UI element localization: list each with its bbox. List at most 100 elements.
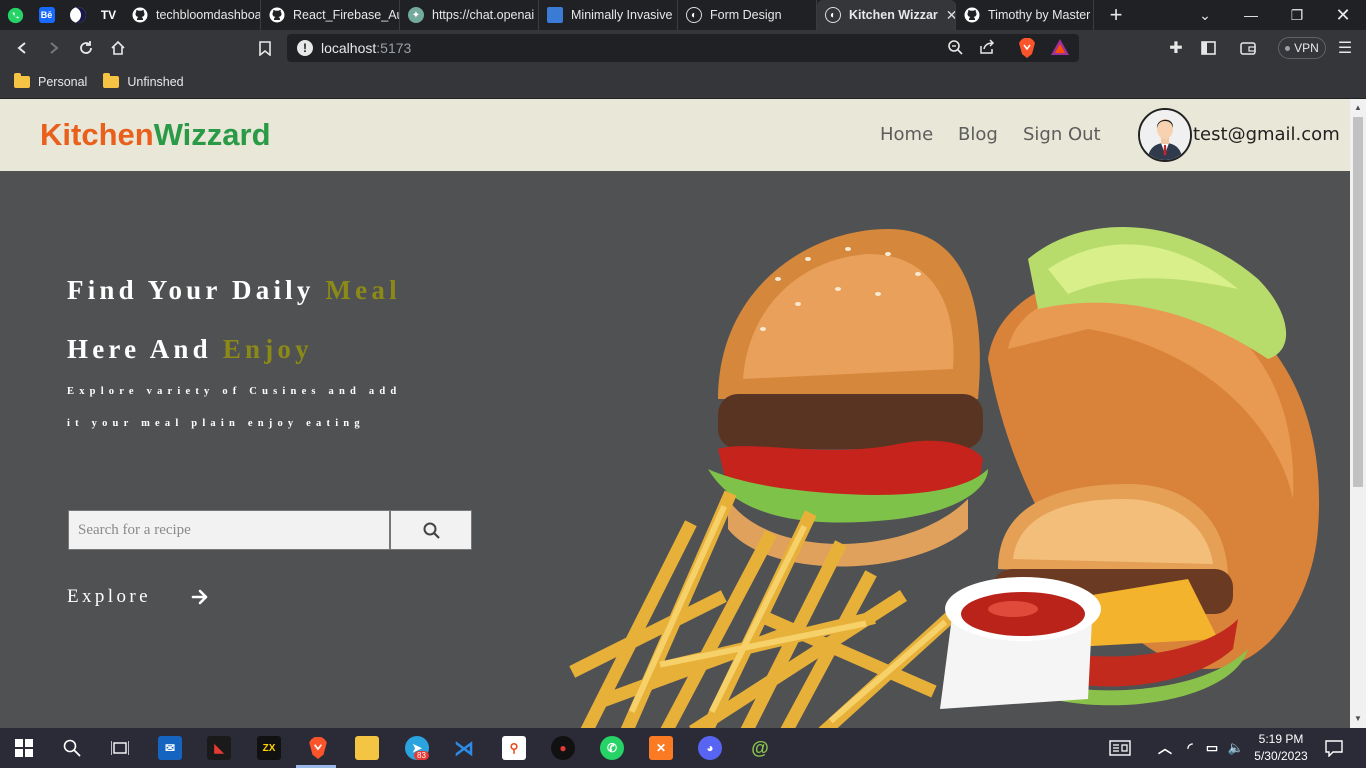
hero-description-line-1: Explore variety of Cusines and add — [67, 386, 402, 397]
tab-search-chevron-icon[interactable]: ⌄ — [1182, 0, 1228, 30]
sidebar-icon — [1200, 41, 1216, 55]
battery-icon[interactable]: ▭ — [1200, 736, 1224, 760]
bookmark-folder-personal[interactable]: Personal — [14, 73, 88, 89]
browser-tab[interactable]: ◐ Form Design — [678, 0, 817, 30]
close-window-button[interactable]: ✕ — [1320, 0, 1366, 30]
zoom-icon[interactable] — [947, 39, 963, 58]
reload-button[interactable] — [74, 36, 98, 60]
share-icon[interactable] — [979, 39, 996, 58]
task-view-icon[interactable] — [108, 736, 132, 760]
address-bar[interactable]: ! localhost:5173 — [287, 34, 1079, 62]
minimize-button[interactable]: — — [1228, 0, 1274, 30]
pinned-tab-moon[interactable] — [62, 0, 93, 30]
pinned-tab-behance[interactable]: Bē — [31, 0, 62, 30]
user-avatar[interactable] — [1138, 108, 1192, 162]
whatsapp-icon[interactable]: ✆ — [600, 736, 624, 760]
xampp-icon[interactable]: ✕ — [649, 736, 673, 760]
hero-description-line-2: it your meal plain enjoy eating — [67, 418, 365, 429]
site-logo[interactable]: KitchenWizzard — [40, 117, 271, 153]
notifications-icon[interactable] — [1322, 736, 1346, 760]
page-icon — [547, 7, 563, 23]
browser-tab[interactable]: React_Firebase_Aut — [261, 0, 400, 30]
wallet-button[interactable] — [1236, 36, 1260, 60]
browser-tab[interactable]: Minimally Invasive — [539, 0, 678, 30]
nav-link-home[interactable]: Home — [880, 124, 933, 145]
sidebar-button[interactable] — [1196, 36, 1220, 60]
scroll-down-icon[interactable]: ▼ — [1354, 714, 1362, 723]
browser-tab[interactable]: techbloomdashboa — [124, 0, 261, 30]
web-page: KitchenWizzard Home Blog Sign Out test@g… — [0, 99, 1350, 728]
tab-label: techbloomdashboa — [156, 8, 261, 22]
hero-heading-highlight-meal: Meal — [325, 275, 401, 305]
file-explorer-icon[interactable] — [355, 736, 379, 760]
vpn-button[interactable]: VPN — [1278, 37, 1326, 59]
pinned-tab-tradingview[interactable]: TV — [93, 0, 124, 30]
folder-icon — [14, 73, 30, 88]
clock-date: 5/30/2023 — [1254, 749, 1308, 763]
brave-shield-icon[interactable] — [1018, 38, 1036, 61]
maximize-button[interactable]: ❐ — [1274, 0, 1320, 30]
scroll-up-icon[interactable]: ▲ — [1354, 103, 1362, 112]
nav-link-sign-out[interactable]: Sign Out — [1023, 124, 1101, 145]
logo-part-wizzard: Wizzard — [153, 117, 271, 152]
pinned-tab-whatsapp[interactable] — [0, 0, 31, 30]
logo-part-kitchen: Kitchen — [40, 117, 154, 152]
burgers-and-fries-image — [569, 226, 1320, 728]
clock-time: 5:19 PM — [1258, 732, 1304, 746]
chevron-up-icon[interactable]: ︿ — [1153, 736, 1177, 760]
bookmark-folder-unfinshed[interactable]: Unfinshed — [103, 73, 184, 89]
url-host: localhost — [321, 40, 377, 56]
brave-rewards-icon[interactable] — [1051, 39, 1069, 58]
ex-app-icon[interactable]: ZX — [257, 736, 281, 760]
vscode-icon[interactable]: ⋊ — [452, 736, 476, 760]
wifi-icon[interactable]: ◜ — [1178, 736, 1202, 760]
news-widget-icon[interactable] — [1108, 736, 1132, 760]
whatsapp-icon — [7, 7, 24, 23]
chameleon-app-icon[interactable]: @ — [748, 736, 772, 760]
hamburger-icon: ☰ — [1337, 40, 1353, 57]
recipe-search-button[interactable] — [390, 510, 472, 550]
system-clock[interactable]: 5:19 PM 5/30/2023 — [1248, 731, 1314, 765]
bookmark-button[interactable] — [253, 36, 277, 60]
explore-link[interactable]: Explore — [67, 586, 151, 608]
nav-link-blog[interactable]: Blog — [958, 124, 998, 145]
forward-arrow-icon — [50, 42, 59, 54]
arrow-right-icon[interactable] — [190, 587, 210, 612]
puzzle-icon: ✚ — [1169, 40, 1183, 57]
hero-heading-line-2-text: Here And — [67, 334, 212, 364]
home-icon — [111, 40, 125, 55]
scrollbar-thumb[interactable] — [1353, 117, 1363, 487]
reload-icon — [80, 41, 92, 54]
windows-start-icon[interactable] — [12, 736, 36, 760]
user-email: test@gmail.com — [1193, 124, 1340, 145]
discord-icon[interactable]: ◕ — [698, 736, 722, 760]
windows-taskbar: ✉ ◣ ZX ➤ 83 ⋊ ⚲ ● ✆ ✕ ◕ @ ︿ ◜ ▭ 🔈 5:19 P… — [0, 728, 1366, 768]
hero-heading-line-1: Find Your Daily Meal — [67, 275, 401, 306]
brave-browser-icon[interactable] — [306, 736, 330, 760]
page-scrollbar[interactable]: ▲ ▼ — [1350, 99, 1366, 728]
forward-button[interactable] — [42, 36, 66, 60]
new-tab-button[interactable]: + — [1094, 2, 1138, 28]
github-icon — [269, 7, 285, 23]
volume-icon[interactable]: 🔈 — [1224, 736, 1248, 760]
home-button[interactable] — [106, 36, 130, 60]
search-icon[interactable] — [60, 736, 84, 760]
browser-tab[interactable]: Timothy by Master — [956, 0, 1094, 30]
close-tab-icon[interactable]: ✕ — [946, 7, 955, 24]
site-info-icon[interactable]: ! — [297, 40, 313, 56]
tab-label: https://chat.openai — [432, 8, 535, 22]
menu-button[interactable]: ☰ — [1333, 36, 1357, 60]
back-button[interactable] — [10, 36, 34, 60]
browser-tab[interactable]: ✦ https://chat.openai — [400, 0, 539, 30]
anydesk-icon[interactable]: ◣ — [207, 736, 231, 760]
recipe-search-input[interactable] — [68, 510, 390, 550]
browser-toolbar: ! localhost:5173 ✚ VPN ☰ — [0, 30, 1366, 66]
mail-icon[interactable]: ✉ — [158, 736, 182, 760]
telegram-badge: 83 — [414, 751, 429, 760]
bookmark-label: Personal — [38, 75, 88, 89]
screen-recorder-icon[interactable]: ● — [551, 736, 575, 760]
postman-icon[interactable]: ⚲ — [502, 736, 526, 760]
extensions-button[interactable]: ✚ — [1164, 36, 1188, 60]
github-icon — [964, 7, 980, 23]
browser-tab-active[interactable]: ◐ Kitchen Wizzar ✕ — [817, 0, 956, 30]
